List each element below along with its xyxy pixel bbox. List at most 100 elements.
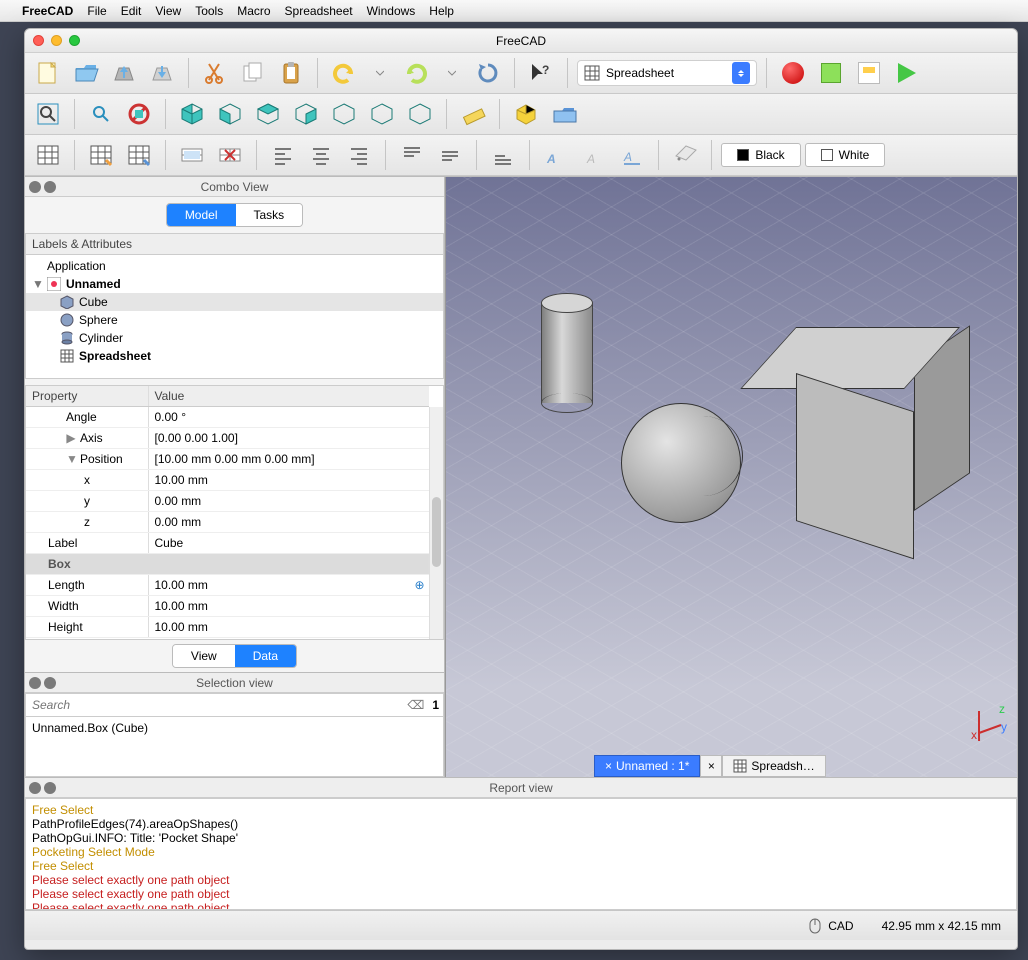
tree-item-cylinder[interactable]: Cylinder (26, 329, 443, 347)
tree-item-spreadsheet[interactable]: Spreadsheet (26, 347, 443, 365)
align-center-button[interactable] (304, 138, 338, 172)
undo-button[interactable] (327, 56, 361, 90)
object-cube[interactable] (796, 327, 966, 537)
measure-button[interactable] (456, 97, 490, 131)
doc-tab-unnamed[interactable]: ×Unnamed : 1* (594, 755, 700, 777)
tab-model[interactable]: Model (167, 204, 236, 226)
background-color-button[interactable]: White (805, 143, 885, 167)
cube-icon (60, 295, 74, 309)
group-button[interactable] (547, 97, 581, 131)
window-zoom-button[interactable] (69, 35, 80, 46)
copy-button[interactable] (236, 56, 270, 90)
save-as-button[interactable] (145, 56, 179, 90)
macro-record-button[interactable] (776, 56, 810, 90)
svg-text:z: z (999, 703, 1005, 716)
italic-button[interactable]: A (577, 138, 611, 172)
new-document-button[interactable] (31, 56, 65, 90)
menu-view[interactable]: View (155, 4, 181, 18)
cylinder-icon (60, 331, 74, 345)
part-button[interactable] (509, 97, 543, 131)
menu-app[interactable]: FreeCAD (22, 4, 73, 18)
underline-button[interactable]: A (615, 138, 649, 172)
top-view-button[interactable] (251, 97, 285, 131)
chevron-updown-icon (732, 62, 750, 84)
refresh-button[interactable] (471, 56, 505, 90)
align-bottom-button[interactable] (486, 138, 520, 172)
menu-help[interactable]: Help (429, 4, 454, 18)
right-view-button[interactable] (289, 97, 323, 131)
import-spreadsheet-button[interactable] (84, 138, 118, 172)
cell-properties-button[interactable] (668, 138, 702, 172)
combo-view-title: Combo View (25, 180, 444, 194)
tree-view[interactable]: Application ▼ Unnamed Cube Sphere Cylind… (25, 255, 444, 379)
macro-stop-button[interactable] (814, 56, 848, 90)
svg-text:y: y (1001, 720, 1007, 734)
3d-view[interactable]: z y x ×Unnamed : 1* × Spreadsh… (445, 177, 1017, 777)
fit-all-button[interactable] (31, 97, 65, 131)
document-icon (47, 277, 61, 291)
menu-edit[interactable]: Edit (121, 4, 142, 18)
workbench-selector[interactable]: Spreadsheet (577, 60, 757, 86)
doc-tab-spreadsheet[interactable]: Spreadsh… (722, 755, 825, 777)
redo-button[interactable] (399, 56, 433, 90)
property-grid[interactable]: PropertyValue Angle0.00 ° ▶Axis[0.00 0.0… (25, 385, 444, 640)
close-icon[interactable]: × (605, 759, 612, 773)
object-cylinder[interactable] (541, 293, 593, 413)
window-minimize-button[interactable] (51, 35, 62, 46)
bold-button[interactable]: A (539, 138, 573, 172)
macro-run-button[interactable] (890, 56, 924, 90)
report-output[interactable]: Free Select PathProfileEdges(74).areaOpS… (25, 798, 1017, 910)
menu-file[interactable]: File (87, 4, 106, 18)
merge-cells-button[interactable] (175, 138, 209, 172)
bottom-view-button[interactable] (365, 97, 399, 131)
draw-style-button[interactable] (122, 97, 156, 131)
window-close-button[interactable] (33, 35, 44, 46)
left-view-button[interactable] (403, 97, 437, 131)
fit-selection-button[interactable] (84, 97, 118, 131)
clear-search-icon[interactable]: ⌫ (403, 698, 428, 712)
align-vcenter-button[interactable] (433, 138, 467, 172)
rear-view-button[interactable] (327, 97, 361, 131)
new-spreadsheet-button[interactable] (31, 138, 65, 172)
menu-spreadsheet[interactable]: Spreadsheet (285, 4, 353, 18)
menu-macro[interactable]: Macro (237, 4, 270, 18)
selection-list[interactable]: Unnamed.Box (Cube) (25, 717, 444, 777)
selection-search-input[interactable] (26, 694, 403, 716)
doc-tab-close[interactable]: × (700, 755, 722, 777)
axis-indicator[interactable]: z y x (971, 703, 1009, 741)
tab-tasks[interactable]: Tasks (236, 204, 303, 226)
menu-tools[interactable]: Tools (195, 4, 223, 18)
foreground-color-button[interactable]: Black (721, 143, 801, 167)
isometric-view-button[interactable] (175, 97, 209, 131)
undo-menu-button[interactable] (365, 58, 395, 88)
redo-menu-button[interactable] (437, 58, 467, 88)
object-sphere[interactable] (621, 403, 741, 523)
spreadsheet-icon (584, 65, 600, 81)
document-tabs: ×Unnamed : 1* × Spreadsh… (594, 755, 826, 777)
status-nav-mode[interactable]: CAD (828, 919, 853, 933)
tree-document[interactable]: Unnamed (66, 277, 121, 291)
align-right-button[interactable] (342, 138, 376, 172)
align-top-button[interactable] (395, 138, 429, 172)
paste-button[interactable] (274, 56, 308, 90)
toolbar-spreadsheet: A A A Black White (25, 135, 1017, 176)
tree-item-cube[interactable]: Cube (26, 293, 443, 311)
tab-data[interactable]: Data (235, 645, 296, 667)
scrollbar[interactable] (429, 407, 443, 639)
whats-this-button[interactable]: ? (524, 56, 558, 90)
link-icon[interactable]: ⊕ (414, 578, 424, 592)
menu-windows[interactable]: Windows (367, 4, 416, 18)
macro-list-button[interactable] (852, 56, 886, 90)
selection-view-panel: Selection view ⌫ 1 Unnamed.Box (Cube) (25, 672, 444, 777)
tab-view[interactable]: View (173, 645, 235, 667)
save-button[interactable] (107, 56, 141, 90)
app-window: FreeCAD ? Spreadsheet (24, 28, 1018, 950)
combo-view-panel: Combo View Model Tasks Labels & Attribut… (25, 177, 445, 777)
split-cells-button[interactable] (213, 138, 247, 172)
align-left-button[interactable] (266, 138, 300, 172)
cut-button[interactable] (198, 56, 232, 90)
export-spreadsheet-button[interactable] (122, 138, 156, 172)
open-button[interactable] (69, 56, 103, 90)
front-view-button[interactable] (213, 97, 247, 131)
tree-item-sphere[interactable]: Sphere (26, 311, 443, 329)
